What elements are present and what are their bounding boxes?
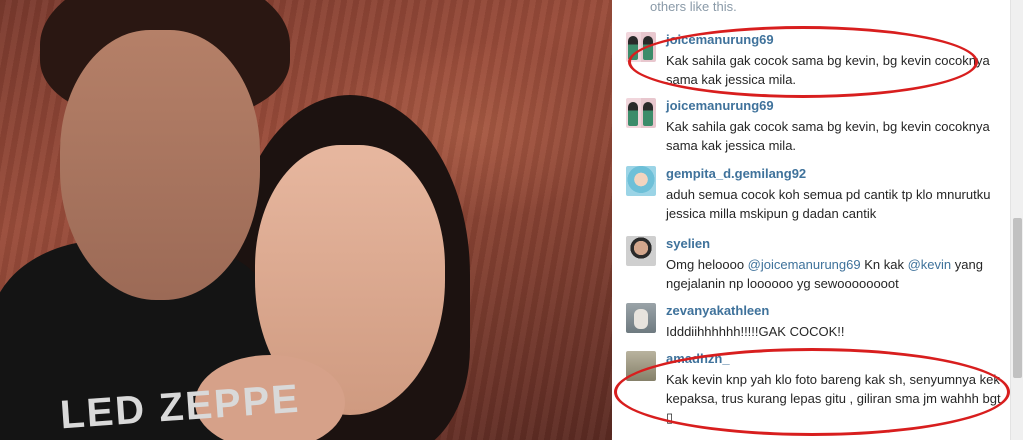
comment-text-segment: Kak sahila gak cocok sama bg kevin, bg k… — [666, 53, 990, 87]
comment-text-segment: Kn kak — [860, 257, 908, 272]
comment-text: Kak kevin knp yah klo foto bareng kak sh… — [666, 370, 1006, 427]
user-avatar-icon[interactable] — [626, 351, 656, 381]
comment-text-segment: ▯ — [666, 410, 674, 425]
comment-text: Idddiihhhhhh!!!!!GAK COCOK!! — [666, 322, 1006, 341]
likes-summary: others like this. — [650, 0, 737, 14]
comment-text: Kak sahila gak cocok sama bg kevin, bg k… — [666, 51, 1006, 89]
user-avatar-icon[interactable] — [626, 166, 656, 196]
comment-text-segment: aduh semua cocok koh semua pd cantik tp … — [666, 187, 991, 221]
page-scrollbar[interactable] — [1010, 0, 1023, 440]
user-avatar-icon[interactable] — [626, 98, 656, 128]
comment-text: Kak sahila gak cocok sama bg kevin, bg k… — [666, 117, 1006, 155]
mention-link[interactable]: @kevin — [908, 257, 952, 272]
comment-text-segment: Kak sahila gak cocok sama bg kevin, bg k… — [666, 119, 990, 153]
comment-text-segment: Kak kevin knp yah klo foto bareng kak sh… — [666, 372, 1001, 406]
user-avatar-icon[interactable] — [626, 303, 656, 333]
post-photo: LED ZEPPE — [0, 0, 612, 440]
comment-text-segment: Idddiihhhhhh!!!!!GAK COCOK!! — [666, 324, 845, 339]
comment-text: aduh semua cocok koh semua pd cantik tp … — [666, 185, 1006, 223]
comments-panel: others like this. joicemanurung69 Kak sa… — [612, 0, 1010, 440]
comment-username[interactable]: joicemanurung69 — [666, 98, 774, 113]
comment-text: Omg heloooo @joicemanurung69 Kn kak @kev… — [666, 255, 1006, 293]
user-avatar-icon[interactable] — [626, 236, 656, 266]
scrollbar-thumb[interactable] — [1013, 218, 1022, 378]
user-avatar-icon[interactable] — [626, 32, 656, 62]
comment-username[interactable]: gempita_d.gemilang92 — [666, 166, 806, 181]
photo-man-face — [60, 30, 260, 300]
comment-username[interactable]: amadhzn_ — [666, 351, 730, 366]
comment-text-segment: Omg heloooo — [666, 257, 748, 272]
comment-username[interactable]: zevanyakathleen — [666, 303, 769, 318]
mention-link[interactable]: @joicemanurung69 — [748, 257, 861, 272]
comment-username[interactable]: syelien — [666, 236, 710, 251]
comment-username[interactable]: joicemanurung69 — [666, 32, 774, 47]
